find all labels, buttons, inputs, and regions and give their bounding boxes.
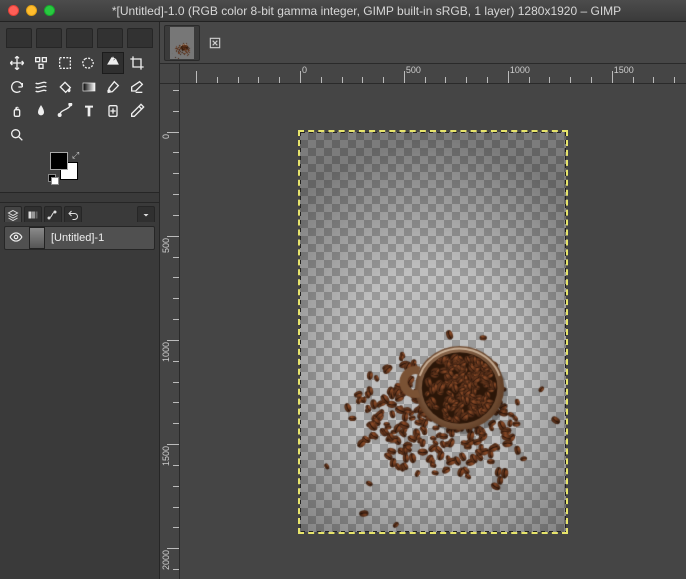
toolbox-tabstrip bbox=[6, 28, 153, 48]
layer-row[interactable]: [Untitled]-1 bbox=[4, 226, 155, 250]
foreground-color-swatch[interactable] bbox=[50, 152, 68, 170]
tool-eraser[interactable] bbox=[126, 76, 148, 98]
ruler-h-label: 1000 bbox=[510, 65, 530, 75]
ruler-v-label: 500 bbox=[161, 238, 171, 253]
viewport[interactable] bbox=[180, 84, 686, 579]
toolbox-tab[interactable] bbox=[127, 28, 153, 48]
ruler-h-label: 1500 bbox=[614, 65, 634, 75]
layers-panel: [Untitled]-1 bbox=[0, 222, 159, 579]
tool-color-picker[interactable] bbox=[126, 100, 148, 122]
left-dock: ⤢ [Untitled]-1 bbox=[0, 22, 160, 579]
window-title: *[Untitled]-1.0 (RGB color 8-bit gamma i… bbox=[55, 4, 678, 18]
reset-colors-icon[interactable] bbox=[48, 174, 58, 184]
minimize-window-button[interactable] bbox=[26, 5, 37, 16]
tool-gradient[interactable] bbox=[78, 76, 100, 98]
ruler-v-label: 1500 bbox=[161, 446, 171, 466]
tool-crop[interactable] bbox=[126, 52, 148, 74]
window-titlebar: *[Untitled]-1.0 (RGB color 8-bit gamma i… bbox=[0, 0, 686, 22]
dock-tab-channels[interactable] bbox=[24, 206, 42, 222]
ruler-h-label: 0 bbox=[302, 65, 307, 75]
toolbox: ⤢ bbox=[0, 22, 159, 192]
tool-fuzzy-select[interactable] bbox=[102, 52, 124, 74]
image-tab-thumbnail bbox=[170, 27, 194, 59]
tool-rotate[interactable] bbox=[6, 76, 28, 98]
layer-visibility-icon[interactable] bbox=[9, 230, 23, 247]
vignette-overlay bbox=[300, 132, 566, 532]
tool-move[interactable] bbox=[6, 52, 28, 74]
horizontal-ruler[interactable]: 0 500 1000 1500 bbox=[180, 64, 686, 84]
dock-tab-layers[interactable] bbox=[4, 206, 22, 222]
swap-colors-icon[interactable]: ⤢ bbox=[72, 150, 79, 161]
tool-rect-select[interactable] bbox=[54, 52, 76, 74]
ruler-v-label: 0 bbox=[161, 134, 171, 139]
dock-tab-paths[interactable] bbox=[44, 206, 62, 222]
ruler-v-label: 1000 bbox=[161, 342, 171, 362]
toolbox-tab[interactable] bbox=[97, 28, 123, 48]
canvas-area: 0 500 1000 1500 0 500 1000 1500 2000 bbox=[160, 64, 686, 579]
tool-align[interactable] bbox=[30, 52, 52, 74]
tool-path[interactable] bbox=[54, 100, 76, 122]
color-swatches: ⤢ bbox=[50, 152, 90, 184]
maximize-window-button[interactable] bbox=[44, 5, 55, 16]
image-tabs bbox=[160, 22, 686, 64]
ruler-h-label: 500 bbox=[406, 65, 421, 75]
close-image-tab-button[interactable] bbox=[204, 32, 226, 54]
layer-name-label: [Untitled]-1 bbox=[51, 232, 104, 244]
dock-menu-button[interactable] bbox=[137, 206, 155, 222]
ruler-origin[interactable] bbox=[160, 64, 180, 84]
ruler-v-label: 2000 bbox=[161, 550, 171, 570]
canvas[interactable] bbox=[300, 132, 566, 532]
image-editor: 0 500 1000 1500 0 500 1000 1500 2000 bbox=[160, 22, 686, 579]
tool-scale[interactable] bbox=[30, 76, 52, 98]
tool-bucket-fill[interactable] bbox=[54, 76, 76, 98]
toolbox-tab[interactable] bbox=[6, 28, 32, 48]
tool-options-panel bbox=[0, 192, 159, 202]
toolbox-tab[interactable] bbox=[36, 28, 62, 48]
tool-free-select[interactable] bbox=[78, 52, 100, 74]
tool-heal[interactable] bbox=[102, 100, 124, 122]
tool-zoom[interactable] bbox=[6, 124, 28, 146]
window-controls bbox=[8, 5, 55, 16]
toolbox-tab[interactable] bbox=[66, 28, 92, 48]
tool-smudge[interactable] bbox=[30, 100, 52, 122]
dock-tab-undo[interactable] bbox=[64, 206, 82, 222]
vertical-ruler[interactable]: 0 500 1000 1500 2000 bbox=[160, 84, 180, 579]
tool-text[interactable] bbox=[78, 100, 100, 122]
tool-pencil[interactable] bbox=[102, 76, 124, 98]
close-window-button[interactable] bbox=[8, 5, 19, 16]
layer-thumbnail bbox=[29, 227, 45, 249]
image-tab[interactable] bbox=[164, 25, 200, 61]
tool-clone[interactable] bbox=[6, 100, 28, 122]
